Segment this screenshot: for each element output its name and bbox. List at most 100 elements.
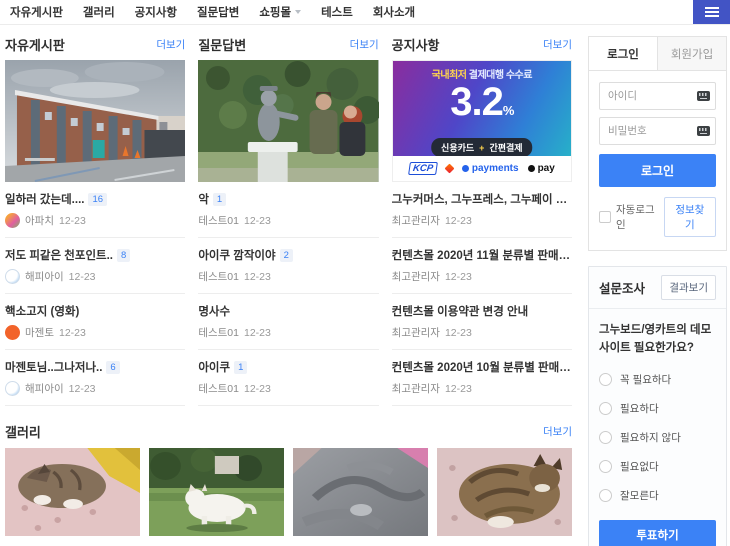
gallery-section: 갤러리 더보기	[5, 423, 572, 546]
radio-icon[interactable]	[599, 402, 612, 415]
tab-login[interactable]: 로그인	[589, 37, 657, 70]
board-qna: 질문답변 더보기	[198, 36, 378, 406]
keyboard-icon	[697, 126, 710, 136]
cat-photo-white-cat	[149, 448, 284, 536]
post-link[interactable]: 아이쿠 1	[198, 359, 378, 375]
post-item: 마젠토님..그나저나.. 6 해피아이 12-23	[5, 350, 185, 406]
post-link[interactable]: 그누커머스, 그누프레스, 그누페이 공식지원...	[392, 191, 572, 207]
post-title: 명사수	[198, 303, 230, 319]
pill-left: 신용카드	[441, 143, 474, 153]
post-link[interactable]: 컨텐츠몰 2020년 11월 분류별 판매현황	[392, 247, 572, 263]
post-meta: 테스트01 12-23	[198, 213, 378, 228]
survey-option[interactable]: 필요없다	[599, 459, 716, 474]
section-title: 갤러리	[5, 422, 41, 441]
pay-logo: pay	[528, 163, 555, 174]
more-link[interactable]: 더보기	[543, 424, 572, 439]
vote-button[interactable]: 투표하기	[599, 520, 716, 546]
board-free-thumbnail[interactable]	[5, 60, 185, 182]
more-link[interactable]: 더보기	[543, 37, 572, 52]
auto-login-label: 자동로그인	[616, 202, 664, 232]
nav-item-test[interactable]: 테스트	[321, 4, 353, 20]
nav-item-label: 자유게시판	[10, 4, 63, 20]
radio-icon[interactable]	[599, 373, 612, 386]
comment-count-badge: 6	[106, 361, 119, 374]
nav-item-notice[interactable]: 공지사항	[135, 4, 177, 20]
pill-plus: +	[479, 143, 484, 153]
kcp-logo: KCP	[408, 162, 438, 175]
post-date: 12-23	[244, 383, 271, 395]
post-link[interactable]: 명사수	[198, 303, 378, 319]
survey-option[interactable]: 필요하지 않다	[599, 430, 716, 445]
post-date: 12-23	[244, 327, 271, 339]
post-link[interactable]: 핵소고지 (영화)	[5, 303, 185, 319]
post-title: 컨텐츠몰 이용약관 변경 안내	[392, 303, 529, 319]
banner-headline: 국내최저 결제대행 수수료	[393, 61, 571, 81]
tab-join[interactable]: 회원가입	[657, 37, 726, 70]
post-meta: 마젠토 12-23	[5, 325, 185, 340]
gallery-item: 간만의 뚱자 소식 3 묵공 12-23	[437, 448, 572, 546]
menu-button[interactable]	[693, 0, 730, 24]
gallery-thumbnail[interactable]	[293, 448, 428, 536]
post-link[interactable]: 컨텐츠몰 2020년 10월 분류별 판매현황	[392, 359, 572, 375]
post-author: 최고관리자	[392, 381, 440, 396]
nav-item-free-board[interactable]: 자유게시판	[10, 4, 63, 20]
radio-icon[interactable]	[599, 489, 612, 502]
comment-count-badge: 16	[88, 193, 107, 206]
survey-question: 그누보드/영카트의 데모사이트 필요한가요?	[599, 322, 716, 358]
board-notice: 공지사항 더보기 국내최저 결제대행 수수료 3.2% 신용카드+간편결제	[392, 36, 572, 406]
comment-count-badge: 1	[213, 193, 226, 206]
auto-login-toggle[interactable]: 자동로그인	[599, 202, 664, 232]
nav-item-label: 공지사항	[135, 4, 177, 20]
post-item: 컨텐츠몰 2020년 11월 분류별 판매현황 최고관리자 12-23	[392, 238, 572, 294]
survey-option[interactable]: 잘모른다	[599, 488, 716, 503]
post-link[interactable]: 저도 피같은 천포인트.. 8	[5, 247, 185, 263]
post-link[interactable]: 컨텐츠몰 이용약관 변경 안내	[392, 303, 572, 319]
login-tabs: 로그인 회원가입	[589, 37, 726, 71]
post-meta: 테스트01 12-23	[198, 325, 378, 340]
survey-option[interactable]: 꼭 필요하다	[599, 372, 716, 387]
post-link[interactable]: 악 1	[198, 191, 378, 207]
survey-results-button[interactable]: 결과보기	[661, 275, 716, 300]
post-date: 12-23	[69, 271, 96, 283]
statue-photo	[198, 60, 378, 182]
post-title: 아이쿠	[198, 359, 230, 375]
post-author: 최고관리자	[392, 325, 440, 340]
gallery-thumbnail[interactable]	[437, 448, 572, 536]
post-meta: 해피아이 12-23	[5, 269, 185, 284]
more-link[interactable]: 더보기	[156, 37, 185, 52]
gallery-thumbnail[interactable]	[149, 448, 284, 536]
board-qna-thumbnail[interactable]	[198, 60, 378, 182]
post-date: 12-23	[244, 215, 271, 227]
post-author: 최고관리자	[392, 213, 440, 228]
post-link[interactable]: 일하러 갔는데.... 16	[5, 191, 185, 207]
checkbox-icon[interactable]	[599, 211, 611, 223]
nav-item-shop[interactable]: 쇼핑몰	[259, 4, 301, 20]
survey-option[interactable]: 필요하다	[599, 401, 716, 416]
nav-item-qna[interactable]: 질문답변	[197, 4, 239, 20]
gallery-thumbnail[interactable]	[5, 448, 140, 536]
more-link[interactable]: 더보기	[350, 37, 379, 52]
post-title: 핵소고지 (영화)	[5, 303, 79, 319]
post-meta: 테스트01 12-23	[198, 269, 378, 284]
cat-photo-curled-tabby	[437, 448, 572, 536]
find-info-button[interactable]: 정보찾기	[664, 197, 716, 237]
id-field-wrap	[599, 82, 716, 110]
banner-rate: 3.2%	[393, 81, 571, 123]
radio-icon[interactable]	[599, 431, 612, 444]
gallery-item: 제 고양이 입니다 테스트01 12-23	[293, 448, 428, 546]
post-link[interactable]: 아이쿠 깜작이야 2	[198, 247, 378, 263]
nav-item-company[interactable]: 회사소개	[373, 4, 415, 20]
login-button[interactable]: 로그인	[599, 154, 716, 187]
pill-right: 간편결제	[489, 143, 522, 153]
notice-banner[interactable]: 국내최저 결제대행 수수료 3.2% 신용카드+간편결제 KCP payment…	[392, 60, 572, 182]
post-author: 테스트01	[198, 269, 239, 284]
radio-icon[interactable]	[599, 460, 612, 473]
post-meta: 최고관리자 12-23	[392, 325, 572, 340]
comment-count-badge: 1	[234, 361, 247, 374]
post-link[interactable]: 마젠토님..그나저나.. 6	[5, 359, 185, 375]
post-title: 아이쿠 깜작이야	[198, 247, 275, 263]
post-title: 컨텐츠몰 2020년 10월 분류별 판매현황	[392, 359, 572, 375]
nav-item-label: 갤러리	[83, 4, 115, 20]
post-author: 해피아이	[25, 381, 64, 396]
nav-item-gallery[interactable]: 갤러리	[83, 4, 115, 20]
